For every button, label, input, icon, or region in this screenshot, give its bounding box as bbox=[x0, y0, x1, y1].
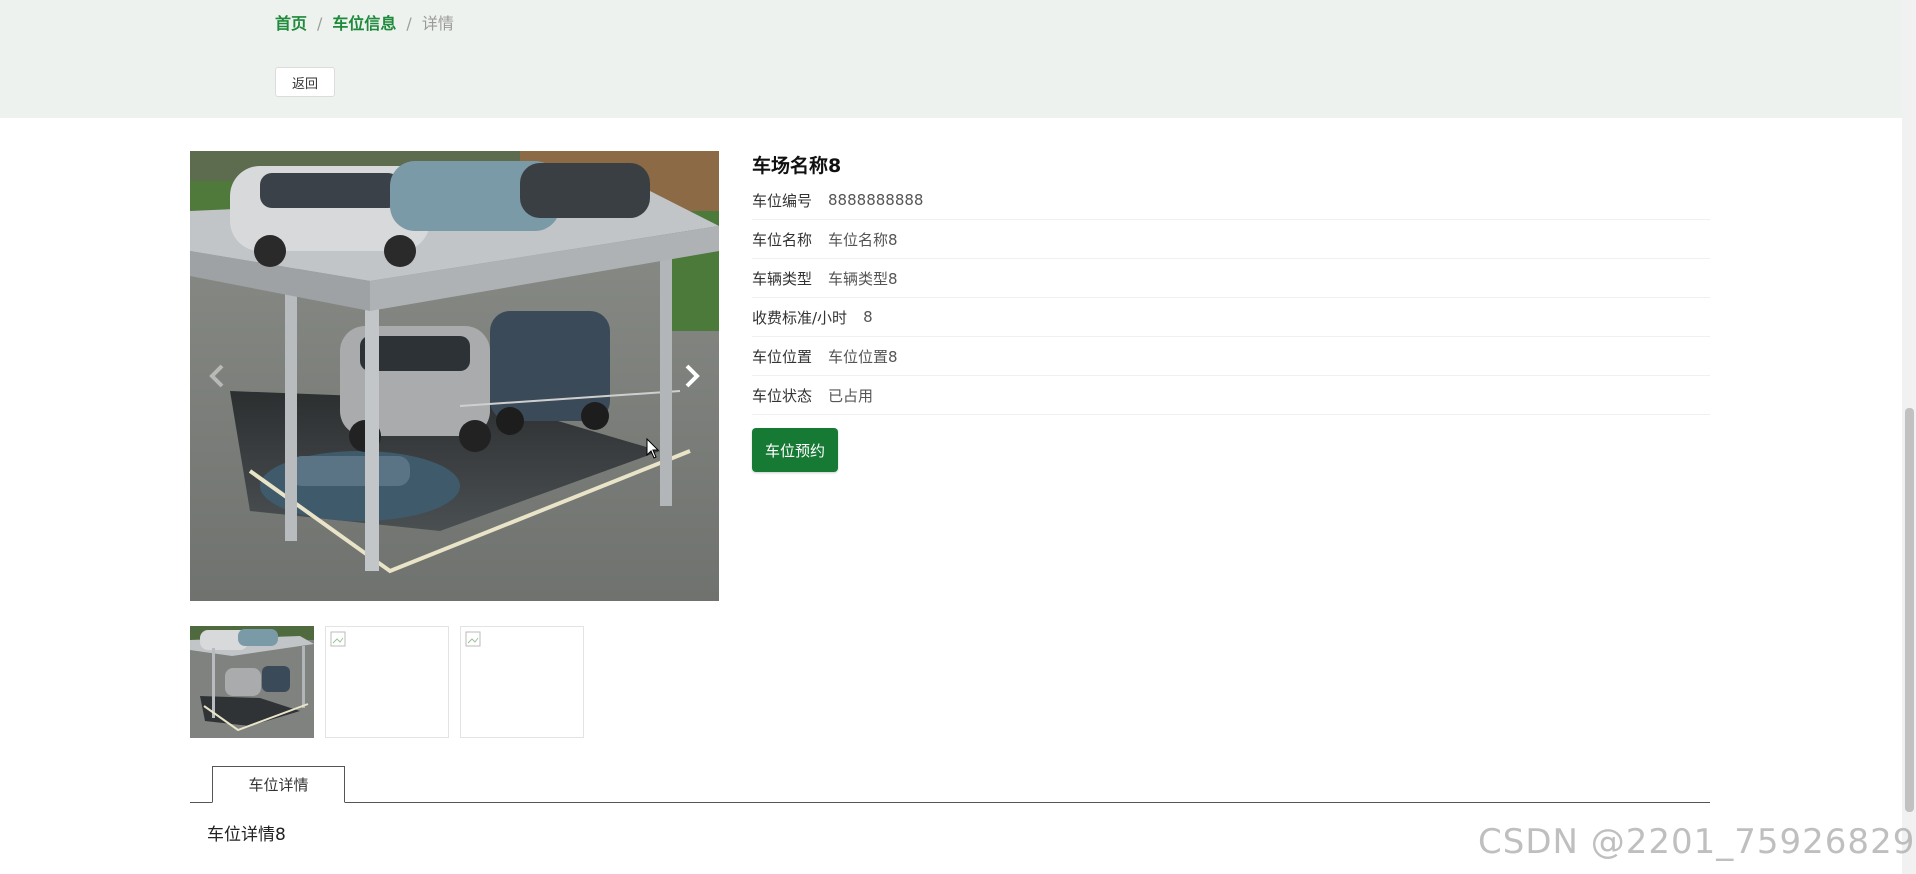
chevron-right-icon bbox=[685, 364, 700, 388]
chevron-left-icon bbox=[209, 364, 224, 388]
field-value: 已占用 bbox=[828, 386, 874, 405]
parking-lift-thumbnail bbox=[190, 626, 314, 738]
breadcrumb-separator: / bbox=[406, 14, 412, 33]
field-value: 车辆类型8 bbox=[828, 269, 898, 288]
thumbnail-2[interactable] bbox=[325, 626, 449, 738]
info-row-name: 车位名称 车位名称8 bbox=[752, 220, 1710, 259]
image-carousel[interactable] bbox=[190, 151, 719, 601]
field-label: 车位位置 bbox=[752, 347, 813, 366]
breadcrumb: 首页 / 车位信息 / 详情 bbox=[275, 12, 454, 36]
thumbnail-1[interactable] bbox=[190, 626, 314, 738]
field-value: 8888888888 bbox=[828, 191, 924, 209]
breadcrumb-current: 详情 bbox=[421, 14, 454, 33]
breadcrumb-home-link[interactable]: 首页 bbox=[275, 12, 307, 36]
carousel-prev-arrow[interactable] bbox=[202, 356, 232, 396]
tab-details[interactable]: 车位详情 bbox=[212, 766, 345, 803]
lot-info-panel: 车场名称8 车位编号 8888888888 车位名称 车位名称8 车辆类型 车辆… bbox=[752, 151, 1710, 415]
field-value: 8 bbox=[863, 308, 873, 326]
page-scrollbar[interactable] bbox=[1902, 0, 1916, 874]
field-value: 车位位置8 bbox=[828, 347, 898, 366]
field-label: 车位名称 bbox=[752, 230, 813, 249]
field-label: 收费标准/小时 bbox=[752, 308, 848, 327]
info-row-vehicle-type: 车辆类型 车辆类型8 bbox=[752, 259, 1710, 298]
mouse-cursor-icon bbox=[646, 438, 660, 459]
watermark: CSDN @2201_75926829 bbox=[1478, 822, 1916, 862]
header-bar: 首页 / 车位信息 / 详情 返回 bbox=[0, 0, 1916, 118]
info-row-fee: 收费标准/小时 8 bbox=[752, 298, 1710, 337]
info-row-number: 车位编号 8888888888 bbox=[752, 181, 1710, 220]
field-label: 车位状态 bbox=[752, 386, 813, 405]
scrollbar-thumb[interactable] bbox=[1905, 408, 1914, 812]
parking-lift-photo bbox=[190, 151, 719, 601]
lot-title: 车场名称8 bbox=[752, 155, 842, 177]
field-label: 车位编号 bbox=[752, 191, 813, 210]
breadcrumb-separator: / bbox=[317, 14, 323, 33]
reserve-button[interactable]: 车位预约 bbox=[752, 428, 838, 472]
field-label: 车辆类型 bbox=[752, 269, 813, 288]
detail-tabs: 车位详情 bbox=[190, 766, 1710, 803]
breadcrumb-section-link[interactable]: 车位信息 bbox=[332, 12, 396, 36]
info-row-location: 车位位置 车位位置8 bbox=[752, 337, 1710, 376]
thumbnail-strip bbox=[190, 626, 584, 738]
back-button[interactable]: 返回 bbox=[275, 67, 335, 97]
carousel-next-arrow[interactable] bbox=[677, 356, 707, 396]
detail-content: 车位详情8 bbox=[207, 825, 286, 845]
broken-image-icon bbox=[330, 631, 346, 647]
thumbnail-3[interactable] bbox=[460, 626, 584, 738]
info-row-status: 车位状态 已占用 bbox=[752, 376, 1710, 415]
broken-image-icon bbox=[465, 631, 481, 647]
field-value: 车位名称8 bbox=[828, 230, 898, 249]
